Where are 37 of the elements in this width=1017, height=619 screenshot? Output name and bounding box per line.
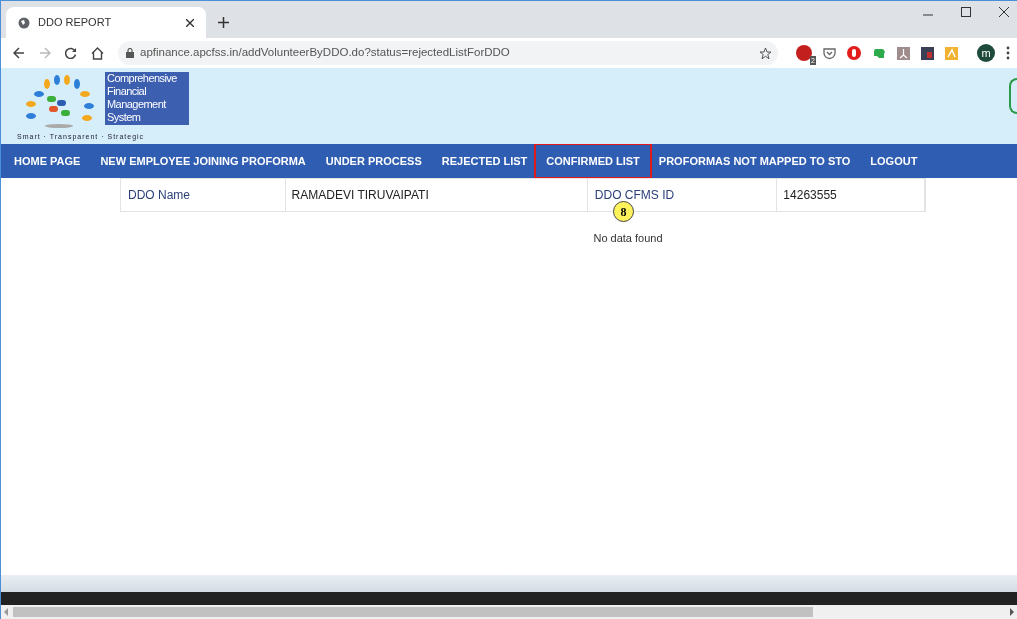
url-text: apfinance.apcfss.in/addVolunteerByDDO.do?status=rejectedListForDDO [140, 45, 510, 61]
back-icon[interactable] [13, 47, 25, 59]
nav-link[interactable]: CONFIRMED LIST [536, 144, 650, 178]
home-icon[interactable] [91, 46, 104, 60]
logo-title: Comprehensive Financial Management System [105, 72, 189, 125]
nav-link[interactable]: HOME PAGE [14, 144, 81, 178]
nav-link[interactable]: LOGOUT [870, 144, 918, 178]
star-icon[interactable] [759, 46, 772, 60]
close-icon[interactable] [999, 7, 1009, 17]
globe-icon [18, 16, 30, 29]
field-label: DDO Name [121, 179, 286, 211]
hand-icon[interactable] [847, 46, 861, 60]
profile-avatar[interactable]: m [977, 44, 995, 62]
browser-tab[interactable]: DDO REPORT [6, 7, 206, 38]
emblem-icon [1009, 78, 1017, 114]
new-tab-icon[interactable] [218, 17, 229, 28]
menu-icon[interactable] [1006, 46, 1010, 60]
address-bar[interactable]: apfinance.apcfss.in/addVolunteerByDDO.do?status=rejectedListForDDO [118, 41, 778, 65]
step-callout: 8 [613, 201, 634, 222]
field-value: RAMADEVI TIRUVAIPATI [285, 179, 588, 211]
maximize-icon[interactable] [961, 7, 971, 17]
tab-title: DDO REPORT [38, 15, 113, 31]
close-icon[interactable] [186, 18, 194, 27]
field-value: 14263555 [777, 179, 925, 211]
reload-icon[interactable] [65, 47, 77, 59]
lock-icon [126, 48, 134, 58]
scroll-thumb[interactable] [13, 607, 813, 617]
extension-icon[interactable] [921, 46, 934, 60]
nav-link[interactable]: PROFORMAS NOT MAPPED TO STO [658, 144, 851, 178]
pdf-icon[interactable] [897, 46, 910, 60]
pocket-icon[interactable] [823, 46, 836, 60]
scroll-right-icon[interactable] [1009, 608, 1015, 616]
empty-message: No data found [592, 231, 664, 246]
nav-link[interactable]: REJECTED LIST [441, 144, 528, 178]
horizontal-scrollbar[interactable] [1, 605, 1017, 619]
nav-link[interactable]: NEW EMPLOYEE JOINING PROFORMA [100, 144, 306, 178]
nav-link[interactable]: UNDER PROCESS [325, 144, 422, 178]
